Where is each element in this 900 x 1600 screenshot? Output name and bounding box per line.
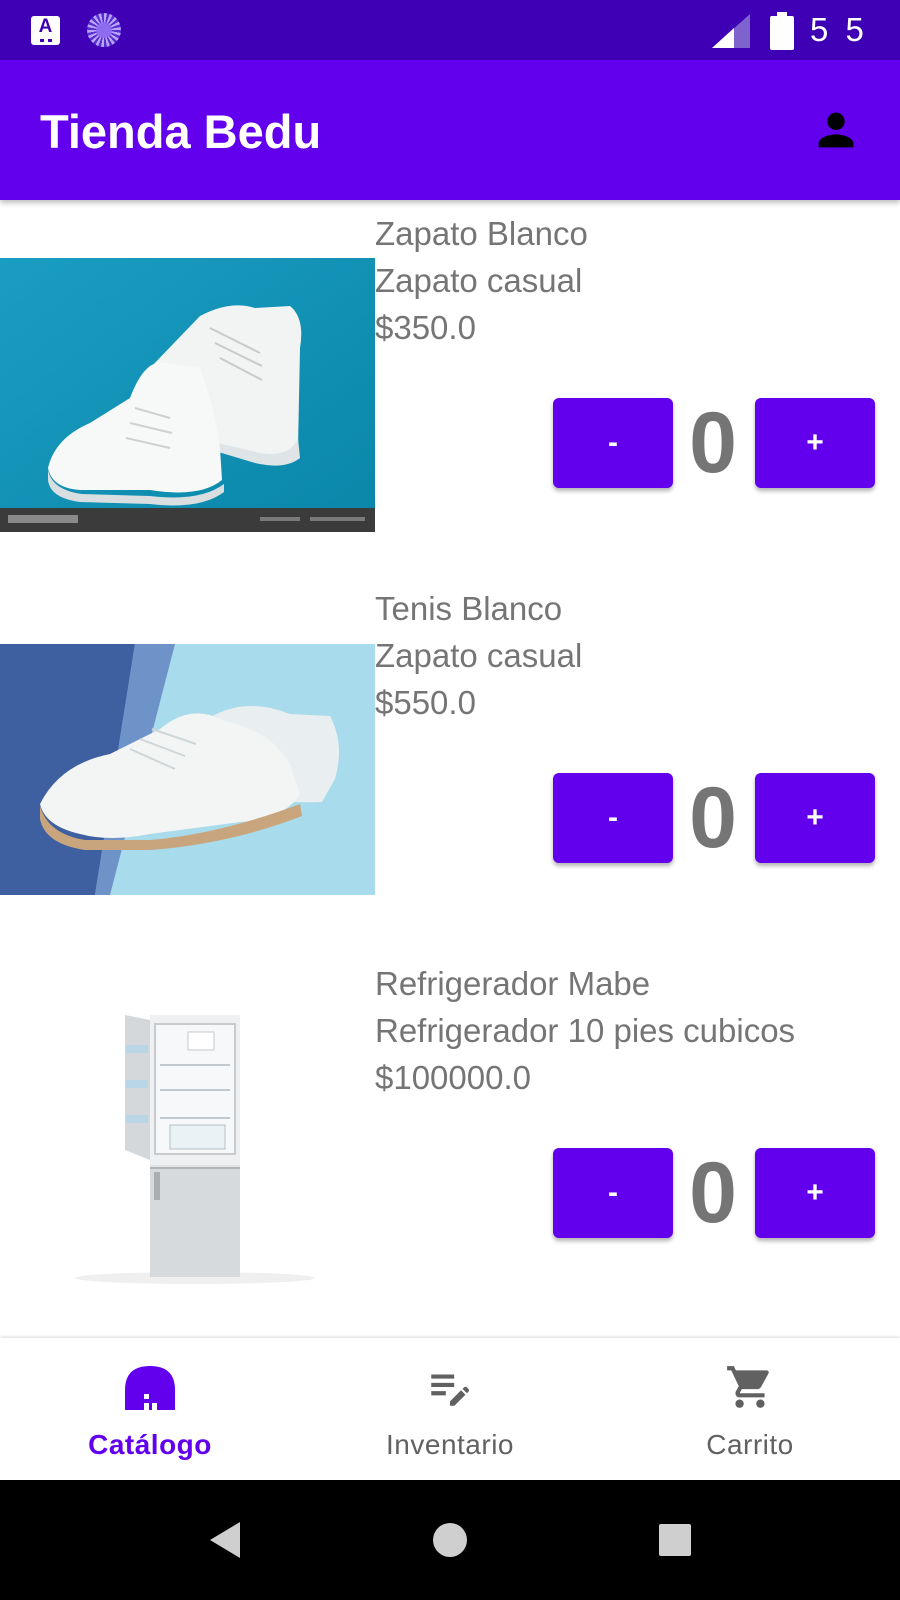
back-icon[interactable] bbox=[196, 1510, 256, 1570]
product-image bbox=[0, 258, 375, 532]
increase-quantity-button[interactable]: + bbox=[755, 1148, 875, 1238]
decrease-quantity-button[interactable]: - bbox=[553, 773, 673, 863]
store-icon bbox=[125, 1366, 175, 1410]
nav-label: Carrito bbox=[706, 1429, 794, 1460]
app-notification-icon: A bbox=[31, 16, 60, 45]
recents-icon[interactable] bbox=[645, 1510, 705, 1570]
nav-item-catalogo[interactable]: Catálogo bbox=[0, 1338, 300, 1480]
product-price: $100000.0 bbox=[375, 1059, 531, 1096]
decrease-quantity-button[interactable]: - bbox=[553, 1148, 673, 1238]
increase-quantity-button[interactable]: + bbox=[755, 398, 875, 488]
bottom-navigation: Catálogo Inventario Carrito bbox=[0, 1338, 900, 1480]
product-description: Refrigerador 10 pies cubicos bbox=[375, 1012, 796, 1049]
nav-label: Catálogo bbox=[88, 1429, 212, 1460]
quantity-value: 0 bbox=[689, 1145, 737, 1241]
status-bar: A 5 5 bbox=[0, 0, 900, 60]
nav-label: Inventario bbox=[386, 1429, 514, 1460]
product-description: Zapato casual bbox=[375, 262, 583, 299]
product-image bbox=[0, 644, 375, 895]
home-icon[interactable] bbox=[420, 1510, 480, 1570]
product-price: $350.0 bbox=[375, 309, 476, 346]
product-item: Zapato Blanco Zapato casual $350.0 - 0 + bbox=[0, 200, 900, 550]
decrease-quantity-button[interactable]: - bbox=[553, 398, 673, 488]
battery-icon bbox=[770, 12, 794, 50]
quantity-value: 0 bbox=[689, 395, 737, 491]
nav-item-carrito[interactable]: Carrito bbox=[600, 1338, 900, 1480]
signal-icon bbox=[712, 14, 750, 48]
edit-list-icon bbox=[431, 1374, 470, 1406]
product-image bbox=[0, 1000, 375, 1290]
nav-item-inventario[interactable]: Inventario bbox=[300, 1338, 600, 1480]
product-item: Refrigerador Mabe Refrigerador 10 pies c… bbox=[0, 950, 900, 1320]
system-navigation-bar bbox=[0, 1480, 900, 1600]
app-title: Tienda Bedu bbox=[40, 105, 322, 158]
product-item: Tenis Blanco Zapato casual $550.0 - 0 + bbox=[0, 575, 900, 925]
product-description: Zapato casual bbox=[375, 637, 583, 674]
app-bar: Tienda Bedu bbox=[0, 60, 900, 200]
profile-icon[interactable] bbox=[810, 104, 862, 156]
sync-notification-icon bbox=[87, 13, 121, 47]
quantity-value: 0 bbox=[689, 770, 737, 866]
status-time: 5 5 bbox=[810, 11, 868, 48]
product-name: Tenis Blanco bbox=[375, 590, 563, 627]
product-name: Refrigerador Mabe bbox=[375, 965, 651, 1002]
product-name: Zapato Blanco bbox=[375, 215, 588, 252]
cart-icon bbox=[727, 1366, 769, 1408]
increase-quantity-button[interactable]: + bbox=[755, 773, 875, 863]
product-price: $550.0 bbox=[375, 684, 476, 721]
